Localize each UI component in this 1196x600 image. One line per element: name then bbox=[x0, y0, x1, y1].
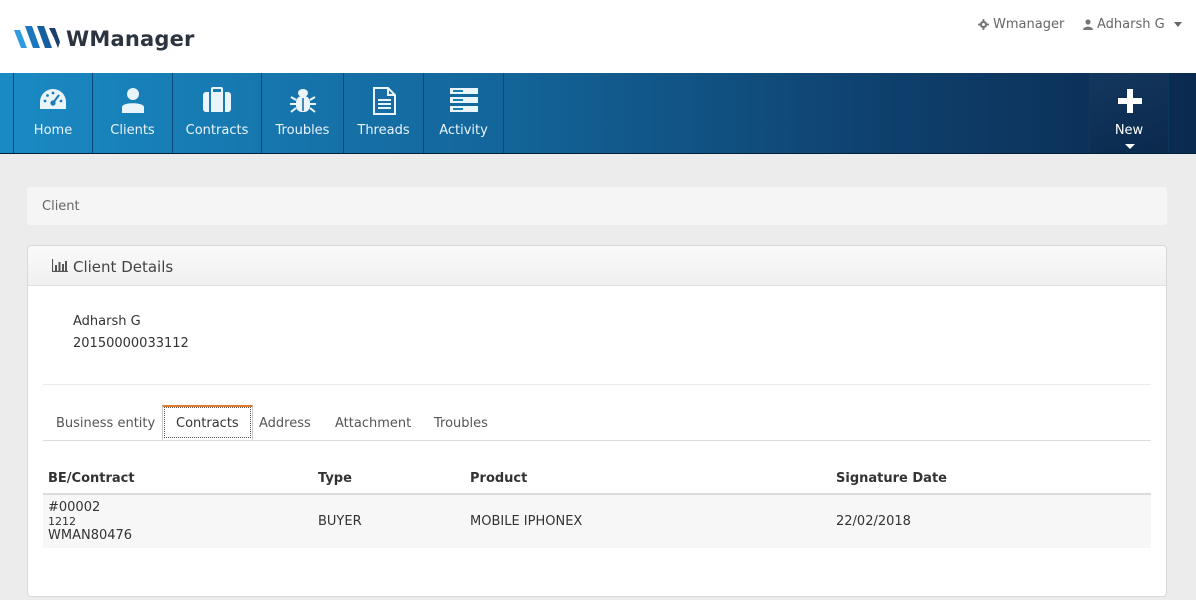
gear-icon bbox=[978, 19, 989, 30]
server-icon bbox=[449, 88, 478, 112]
client-tabs: Business entity Contracts Address Attach… bbox=[43, 405, 1151, 441]
nav-home-label: Home bbox=[33, 123, 73, 138]
table-header-row: BE/Contract Type Product Signature Date bbox=[43, 464, 1151, 495]
nav-troubles-label: Troubles bbox=[275, 123, 330, 138]
tab-troubles[interactable]: Troubles bbox=[421, 405, 501, 441]
user-name: Adharsh G bbox=[1097, 17, 1165, 32]
nav-clients-label: Clients bbox=[110, 123, 155, 138]
nav-troubles[interactable]: Troubles bbox=[262, 73, 344, 153]
new-button[interactable]: New bbox=[1089, 73, 1169, 153]
panel-header: Client Details bbox=[28, 246, 1166, 286]
main-nav: Home Clients Contracts Troubles Threads … bbox=[0, 73, 1196, 154]
tab-attachment[interactable]: Attachment bbox=[322, 405, 424, 441]
cell-type: BUYER bbox=[313, 494, 465, 548]
col-be-contract[interactable]: BE/Contract bbox=[43, 464, 313, 495]
nav-clients[interactable]: Clients bbox=[93, 73, 173, 153]
be-number: #00002 bbox=[48, 500, 101, 515]
briefcase-icon bbox=[203, 87, 231, 112]
nav-activity-label: Activity bbox=[439, 123, 488, 138]
contracts-table: BE/Contract Type Product Signature Date … bbox=[43, 464, 1151, 548]
user-menu[interactable]: Adharsh G bbox=[1083, 17, 1182, 32]
client-id: 20150000033112 bbox=[73, 336, 189, 351]
wmanager-settings-link[interactable]: Wmanager bbox=[978, 17, 1064, 32]
app-logo[interactable]: WManager bbox=[14, 26, 195, 52]
nav-activity[interactable]: Activity bbox=[424, 73, 504, 153]
chevron-down-icon bbox=[1173, 22, 1182, 27]
nav-contracts[interactable]: Contracts bbox=[173, 73, 262, 153]
tab-address[interactable]: Address bbox=[246, 405, 324, 441]
col-product[interactable]: Product bbox=[465, 464, 831, 495]
col-signature-date[interactable]: Signature Date bbox=[831, 464, 1151, 495]
table-row[interactable]: #00002 1212 WMAN80476 BUYER MOBILE IPHON… bbox=[43, 494, 1151, 548]
wmanager-link-label: Wmanager bbox=[993, 17, 1065, 32]
bar-chart-icon bbox=[52, 259, 68, 272]
user-icon bbox=[1083, 19, 1093, 30]
nav-contracts-label: Contracts bbox=[185, 123, 249, 138]
col-type[interactable]: Type bbox=[313, 464, 465, 495]
be-code: 1212 bbox=[48, 515, 76, 528]
tab-business-entity[interactable]: Business entity bbox=[43, 405, 168, 441]
bug-icon bbox=[289, 89, 316, 113]
logo-icon bbox=[14, 26, 60, 48]
panel-title: Client Details bbox=[73, 258, 174, 276]
tab-contracts[interactable]: Contracts bbox=[162, 405, 253, 440]
plus-icon bbox=[1118, 89, 1142, 113]
cell-signature-date: 22/02/2018 bbox=[831, 494, 1151, 548]
breadcrumb: Client bbox=[27, 187, 1167, 225]
nav-threads-label: Threads bbox=[357, 123, 410, 138]
breadcrumb-current: Client bbox=[42, 199, 80, 214]
cell-be-contract: #00002 1212 WMAN80476 bbox=[43, 494, 313, 548]
chevron-down-icon bbox=[1125, 144, 1135, 149]
new-button-label: New bbox=[1114, 123, 1144, 138]
dashboard-icon bbox=[40, 89, 66, 109]
user-icon bbox=[121, 88, 144, 113]
cell-product: MOBILE IPHONEX bbox=[465, 494, 831, 548]
contract-id: WMAN80476 bbox=[48, 528, 133, 543]
logo-text: WManager bbox=[66, 27, 195, 51]
top-header: WManager Wmanager Adharsh G bbox=[0, 0, 1196, 73]
nav-home[interactable]: Home bbox=[13, 73, 93, 153]
document-icon bbox=[372, 87, 396, 115]
divider bbox=[43, 384, 1151, 385]
client-details-panel: Client Details Adharsh G 20150000033112 … bbox=[27, 245, 1167, 597]
client-name: Adharsh G bbox=[73, 314, 141, 329]
nav-threads[interactable]: Threads bbox=[344, 73, 424, 153]
